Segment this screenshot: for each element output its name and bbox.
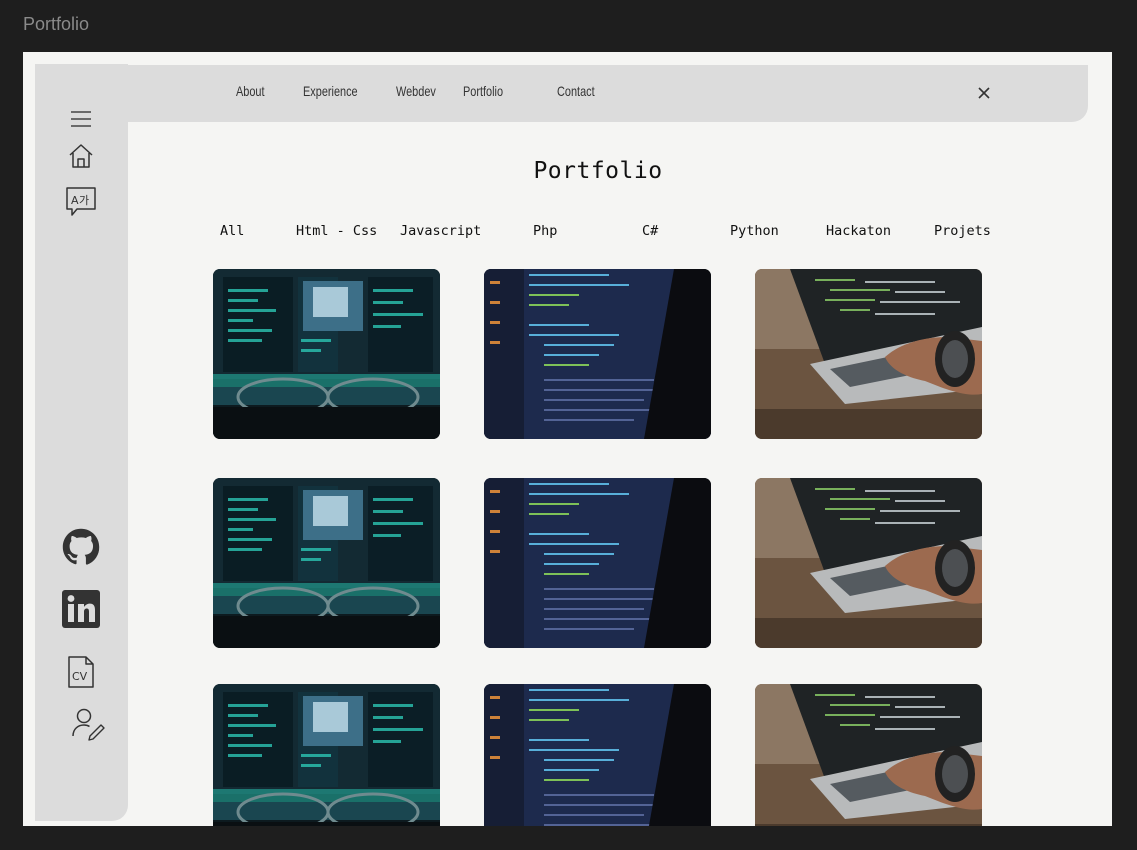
linkedin-button[interactable] bbox=[61, 589, 101, 629]
cv-button[interactable]: CV bbox=[61, 652, 101, 692]
portfolio-card[interactable] bbox=[213, 478, 440, 648]
monitor-glasses-image bbox=[213, 478, 440, 648]
user-edit-icon bbox=[72, 708, 105, 741]
github-button[interactable] bbox=[61, 527, 101, 567]
nav-link-about[interactable]: About bbox=[236, 83, 265, 99]
filter-projets[interactable]: Projets bbox=[934, 223, 991, 239]
language-icon: A 가 bbox=[66, 187, 96, 216]
portfolio-card[interactable] bbox=[755, 684, 982, 826]
filter-csharp[interactable]: C# bbox=[642, 223, 658, 239]
nav-link-webdev[interactable]: Webdev bbox=[396, 83, 436, 99]
frame-label: Portfolio bbox=[23, 14, 90, 34]
portfolio-card[interactable] bbox=[484, 478, 711, 648]
page-title: Portfolio bbox=[533, 158, 663, 184]
monitor-glasses-image bbox=[213, 684, 440, 826]
code-screen-image bbox=[484, 269, 711, 439]
svg-text:가: 가 bbox=[79, 194, 89, 207]
nav-link-contact[interactable]: Contact bbox=[557, 83, 595, 99]
language-button[interactable]: A 가 bbox=[61, 181, 101, 221]
laptop-typing-image bbox=[755, 684, 982, 826]
code-screen-image bbox=[484, 478, 711, 648]
filter-javascript[interactable]: Javascript bbox=[400, 223, 481, 239]
cv-icon: CV bbox=[68, 656, 94, 688]
close-button[interactable] bbox=[973, 82, 995, 104]
svg-text:A: A bbox=[71, 194, 79, 207]
monitor-glasses-image bbox=[213, 269, 440, 439]
portfolio-card[interactable] bbox=[213, 684, 440, 826]
portfolio-card[interactable] bbox=[213, 269, 440, 439]
filter-html-css[interactable]: Html - Css bbox=[296, 223, 377, 239]
profile-edit-button[interactable] bbox=[68, 703, 108, 743]
page-frame: A 가 CV About Experience Webdev Portfolio… bbox=[23, 52, 1112, 826]
menu-button[interactable] bbox=[61, 99, 101, 139]
laptop-typing-image bbox=[755, 269, 982, 439]
linkedin-icon bbox=[62, 590, 100, 628]
nav-link-experience[interactable]: Experience bbox=[303, 83, 358, 99]
laptop-typing-image bbox=[755, 478, 982, 648]
top-navbar: About Experience Webdev Portfolio Contac… bbox=[107, 65, 1088, 122]
nav-link-portfolio[interactable]: Portfolio bbox=[463, 83, 503, 99]
portfolio-card[interactable] bbox=[755, 478, 982, 648]
filter-php[interactable]: Php bbox=[533, 223, 557, 239]
filter-all[interactable]: All bbox=[220, 223, 244, 239]
svg-text:CV: CV bbox=[72, 670, 88, 683]
close-icon bbox=[978, 87, 990, 99]
portfolio-card[interactable] bbox=[755, 269, 982, 439]
filter-python[interactable]: Python bbox=[730, 223, 779, 239]
github-icon bbox=[62, 528, 100, 565]
portfolio-card[interactable] bbox=[484, 684, 711, 826]
code-screen-image bbox=[484, 684, 711, 826]
filter-hackaton[interactable]: Hackaton bbox=[826, 223, 891, 239]
portfolio-card[interactable] bbox=[484, 269, 711, 439]
menu-icon bbox=[71, 111, 91, 127]
